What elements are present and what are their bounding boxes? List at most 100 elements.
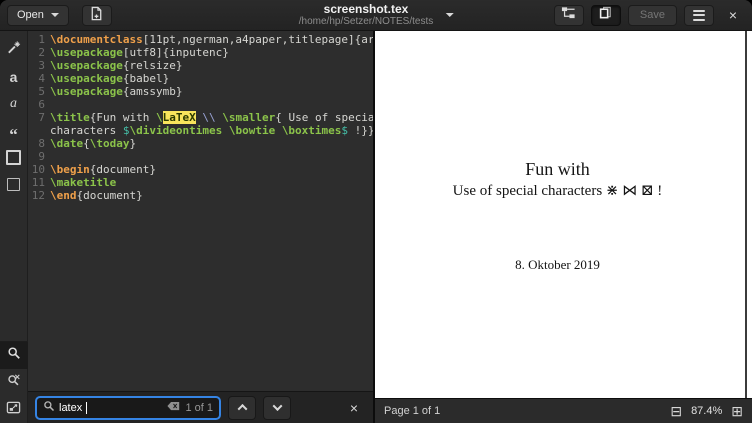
search-close-button[interactable]: ×: [350, 400, 366, 416]
preview-pane: Fun with Use of special characters ⋇ ⋈ ⊠…: [375, 31, 752, 423]
line-number: 5: [28, 85, 50, 98]
search-query-text: latex: [59, 402, 82, 414]
pdf-title-block: Fun with Use of special characters ⋇ ⋈ ⊠…: [375, 159, 740, 200]
search-next-button[interactable]: [263, 396, 291, 420]
line-number: [28, 124, 50, 137]
title-chevron-down-icon[interactable]: [445, 13, 453, 17]
pdf-doc-date: 8. Oktober 2019: [375, 257, 740, 273]
greek-symbols-button[interactable]: a: [1, 90, 27, 117]
misc-symbols-button[interactable]: [1, 171, 27, 198]
editor-column: 1\documentclass[11pt,ngerman,a4paper,tit…: [28, 31, 373, 423]
line-number: 8: [28, 137, 50, 150]
quotes-icon: “: [9, 131, 18, 139]
punctuation-symbols-button[interactable]: “: [1, 117, 27, 144]
search-previous-button[interactable]: [228, 396, 256, 420]
document-title-switcher[interactable]: screenshot.tex /home/hp/Setzer/NOTES/tes…: [299, 3, 454, 27]
code-line: 2\usepackage[utf8]{inputenc}: [28, 46, 373, 59]
line-number: 12: [28, 189, 50, 202]
close-icon: ×: [350, 400, 358, 416]
search-field-icon: [43, 399, 55, 417]
hamburger-menu-icon: [693, 10, 705, 21]
italic-a-icon: a: [10, 96, 17, 112]
zoom-controls: ⊟ 87.4% ⊞: [670, 404, 743, 418]
code-text: \title{Fun with \LaTeX \\ \smaller{ Use …: [50, 111, 373, 124]
save-button-label: Save: [640, 9, 665, 21]
preview-scrollbar[interactable]: [745, 31, 747, 398]
search-result-count: 1 of 1: [185, 402, 213, 414]
search-input[interactable]: latex 1 of 1: [35, 396, 221, 420]
line-number: 10: [28, 163, 50, 176]
text-symbols-button[interactable]: a: [1, 63, 27, 90]
bottom-panel-toggle-button[interactable]: [1, 396, 27, 423]
line-number: 3: [28, 59, 50, 72]
code-line: 3\usepackage{relsize}: [28, 59, 373, 72]
code-text: \usepackage{babel}: [50, 72, 169, 85]
code-text: \end{document}: [50, 189, 143, 202]
code-line: 1\documentclass[11pt,ngerman,a4paper,tit…: [28, 33, 373, 46]
code-editor[interactable]: 1\documentclass[11pt,ngerman,a4paper,tit…: [28, 31, 373, 391]
build-tree-icon: [561, 5, 576, 25]
line-number: 9: [28, 150, 50, 163]
open-button[interactable]: Open: [7, 5, 69, 26]
find-replace-icon: [7, 373, 21, 392]
code-line: characters $\divideontimes \bowtie \boxt…: [28, 124, 373, 137]
document-path: /home/hp/Setzer/NOTES/tests: [299, 16, 434, 27]
document-title: screenshot.tex: [299, 3, 434, 16]
code-line: 6: [28, 98, 373, 111]
frame-symbols-button[interactable]: [1, 144, 27, 171]
code-line: 10\begin{document}: [28, 163, 373, 176]
preview-toggle-button[interactable]: [591, 5, 621, 26]
new-document-icon: [89, 6, 104, 24]
code-text: \begin{document}: [50, 163, 156, 176]
code-text: \date{\today}: [50, 137, 136, 150]
code-line: 11\maketitle: [28, 176, 373, 189]
open-button-label: Open: [17, 9, 44, 21]
line-number: 7: [28, 111, 50, 124]
page-status-label: Page 1 of 1: [384, 405, 440, 417]
pdf-doc-title: Fun with: [375, 159, 740, 179]
code-text: \usepackage{amssymb}: [50, 85, 182, 98]
close-icon: ×: [729, 7, 737, 23]
code-line: 12\end{document}: [28, 189, 373, 202]
code-line: 5\usepackage{amssymb}: [28, 85, 373, 98]
clear-search-icon[interactable]: [167, 401, 180, 414]
pdf-page[interactable]: Fun with Use of special characters ⋇ ⋈ ⊠…: [375, 31, 752, 398]
zoom-level-label: 87.4%: [691, 405, 722, 417]
pdf-doc-subtitle: Use of special characters ⋇ ⋈ ⊠ !: [375, 182, 740, 200]
line-number: 1: [28, 33, 50, 46]
wizard-button[interactable]: [1, 36, 27, 63]
line-number: 2: [28, 46, 50, 59]
setzer-window: Open screenshot.tex /home/hp/Setzer/NOTE…: [0, 0, 752, 423]
preview-status-bar: Page 1 of 1 ⊟ 87.4% ⊞: [375, 398, 752, 423]
build-log-button[interactable]: [554, 5, 584, 26]
magic-wand-icon: [6, 40, 21, 60]
line-number: 6: [28, 98, 50, 111]
zoom-in-button[interactable]: ⊞: [731, 404, 743, 418]
line-number: 4: [28, 72, 50, 85]
code-line: 9: [28, 150, 373, 163]
zoom-out-button[interactable]: ⊟: [670, 404, 682, 418]
code-text: \documentclass[11pt,ngerman,a4paper,titl…: [50, 33, 373, 46]
latin-a-icon: a: [10, 69, 18, 85]
search-icon: [7, 346, 21, 365]
menu-button[interactable]: [684, 5, 714, 26]
chevron-up-icon: [237, 404, 247, 414]
image-panel-icon: [6, 400, 21, 420]
chevron-down-icon: [51, 13, 59, 17]
search-toggle-button[interactable]: [0, 342, 28, 369]
new-document-button[interactable]: [82, 5, 112, 26]
line-number: 11: [28, 176, 50, 189]
title-lines: screenshot.tex /home/hp/Setzer/NOTES/tes…: [299, 3, 434, 27]
code-text: \usepackage{relsize}: [50, 59, 182, 72]
code-line: 7\title{Fun with \LaTeX \\ \smaller{ Use…: [28, 111, 373, 124]
square-icon: [6, 150, 21, 165]
code-text: \maketitle: [50, 176, 116, 189]
find-replace-button[interactable]: [1, 369, 27, 396]
save-button[interactable]: Save: [628, 5, 677, 26]
window-close-button[interactable]: ×: [721, 4, 745, 26]
editor-pane: a a “: [0, 31, 375, 423]
chevron-down-icon: [272, 401, 282, 411]
search-bar: latex 1 of 1: [28, 391, 373, 423]
sidebar-bottom-group: [0, 341, 27, 423]
search-count-wrap: 1 of 1: [167, 401, 213, 414]
